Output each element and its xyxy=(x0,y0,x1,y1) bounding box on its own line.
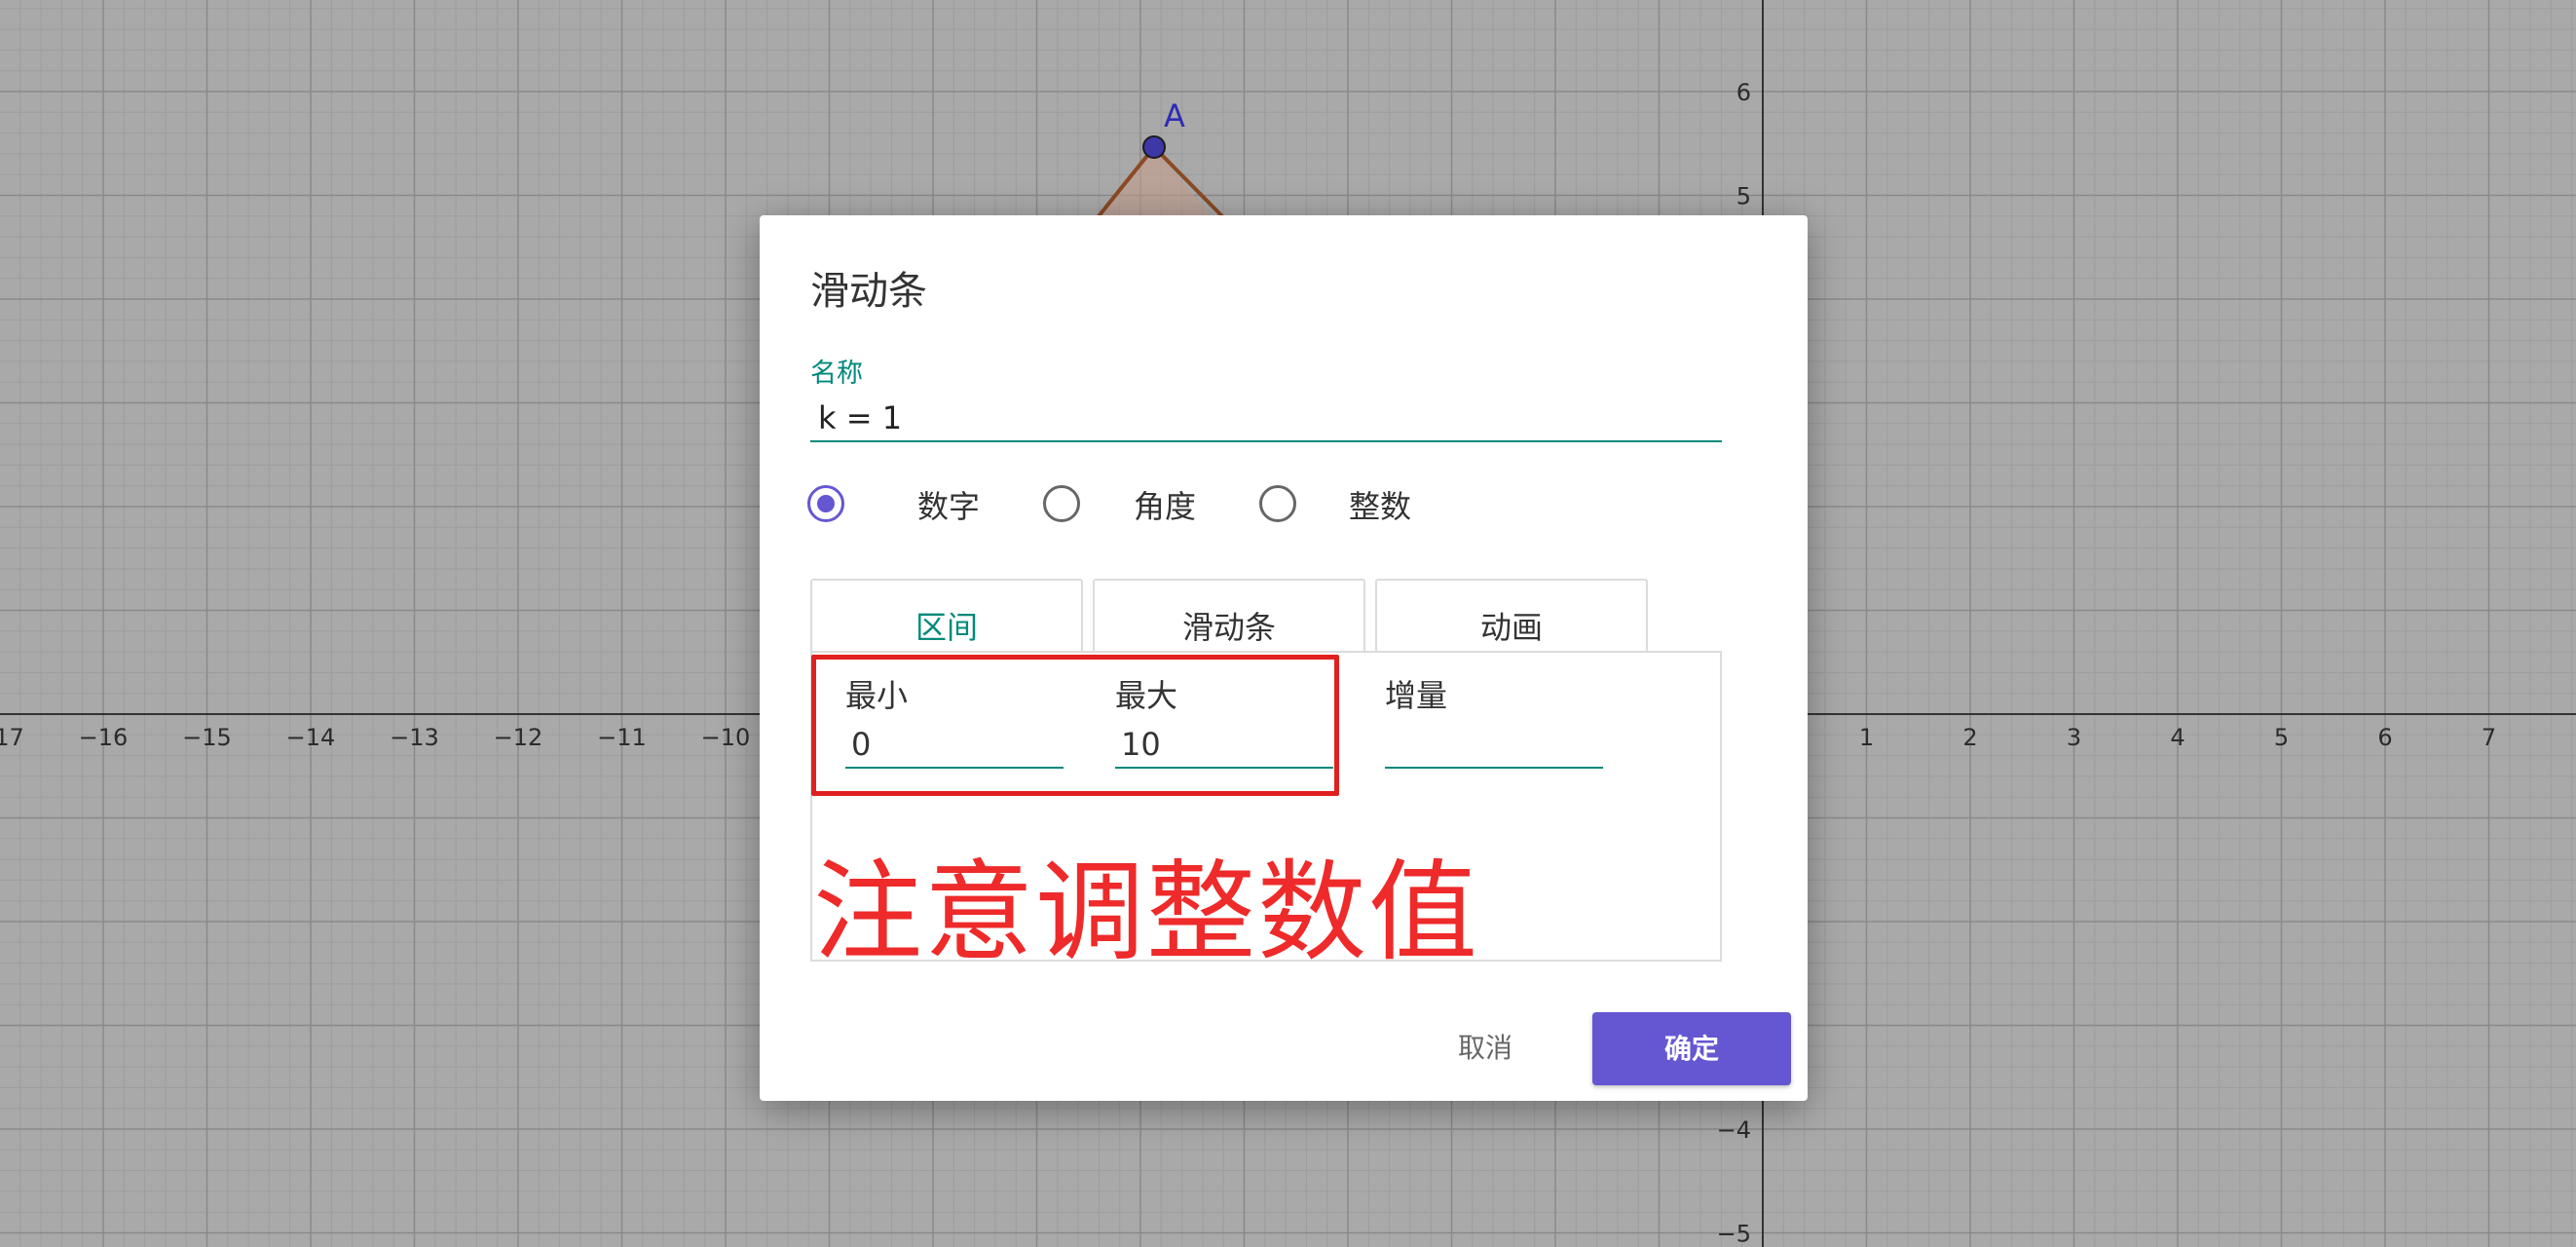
radio-angle[interactable] xyxy=(1043,485,1080,522)
radio-number-label[interactable]: 数字 xyxy=(917,482,980,527)
slider-dialog: 滑动条 名称 数字 角度 整数 区间 滑动条 动画 最小 最大 增量 注意调整数… xyxy=(760,215,1808,1101)
y-tick-label: 5 xyxy=(1736,183,1751,210)
max-input[interactable] xyxy=(1115,722,1333,769)
radio-integer-label[interactable]: 整数 xyxy=(1349,482,1411,527)
step-input[interactable] xyxy=(1385,722,1603,769)
point-a-label: A xyxy=(1164,97,1185,134)
min-input[interactable] xyxy=(845,722,1064,769)
tab-slider[interactable]: 滑动条 xyxy=(1093,579,1365,653)
x-tick-label: 2 xyxy=(1962,724,1977,751)
y-tick-label: −5 xyxy=(1717,1221,1751,1247)
x-tick-label: 4 xyxy=(2170,724,2184,751)
ok-button[interactable]: 确定 xyxy=(1592,1012,1791,1085)
radio-number[interactable] xyxy=(807,485,844,522)
x-tick-label: −15 xyxy=(182,724,232,751)
x-tick-label: 7 xyxy=(2482,724,2496,751)
radio-integer[interactable] xyxy=(1259,485,1296,522)
x-tick-label: 1 xyxy=(1859,724,1874,751)
name-input[interactable] xyxy=(810,396,1722,442)
x-tick-label: −14 xyxy=(286,724,336,751)
x-tick-label: −11 xyxy=(597,724,647,751)
x-tick-label: 6 xyxy=(2377,724,2392,751)
x-tick-label: −10 xyxy=(701,724,751,751)
x-tick-label: −17 xyxy=(0,724,24,751)
x-tick-label: 5 xyxy=(2274,724,2289,751)
y-tick-label: 6 xyxy=(1736,79,1751,106)
y-tick-label: −4 xyxy=(1717,1116,1751,1144)
max-label: 最大 xyxy=(1115,677,1178,714)
x-tick-label: −13 xyxy=(390,724,439,751)
cancel-button[interactable]: 取消 xyxy=(1422,1019,1549,1077)
step-label: 增量 xyxy=(1385,677,1448,714)
name-field-label: 名称 xyxy=(810,359,863,389)
dialog-title: 滑动条 xyxy=(810,269,927,314)
point-a[interactable] xyxy=(1142,135,1166,159)
tab-interval[interactable]: 区间 xyxy=(810,579,1083,653)
x-tick-label: −12 xyxy=(494,724,543,751)
x-tick-label: −16 xyxy=(79,724,129,751)
min-label: 最小 xyxy=(845,677,909,714)
x-tick-label: 3 xyxy=(2067,724,2081,751)
annotation-text: 注意调整数值 xyxy=(813,850,1479,976)
tab-animation[interactable]: 动画 xyxy=(1375,579,1648,653)
radio-angle-label[interactable]: 角度 xyxy=(1134,482,1196,527)
